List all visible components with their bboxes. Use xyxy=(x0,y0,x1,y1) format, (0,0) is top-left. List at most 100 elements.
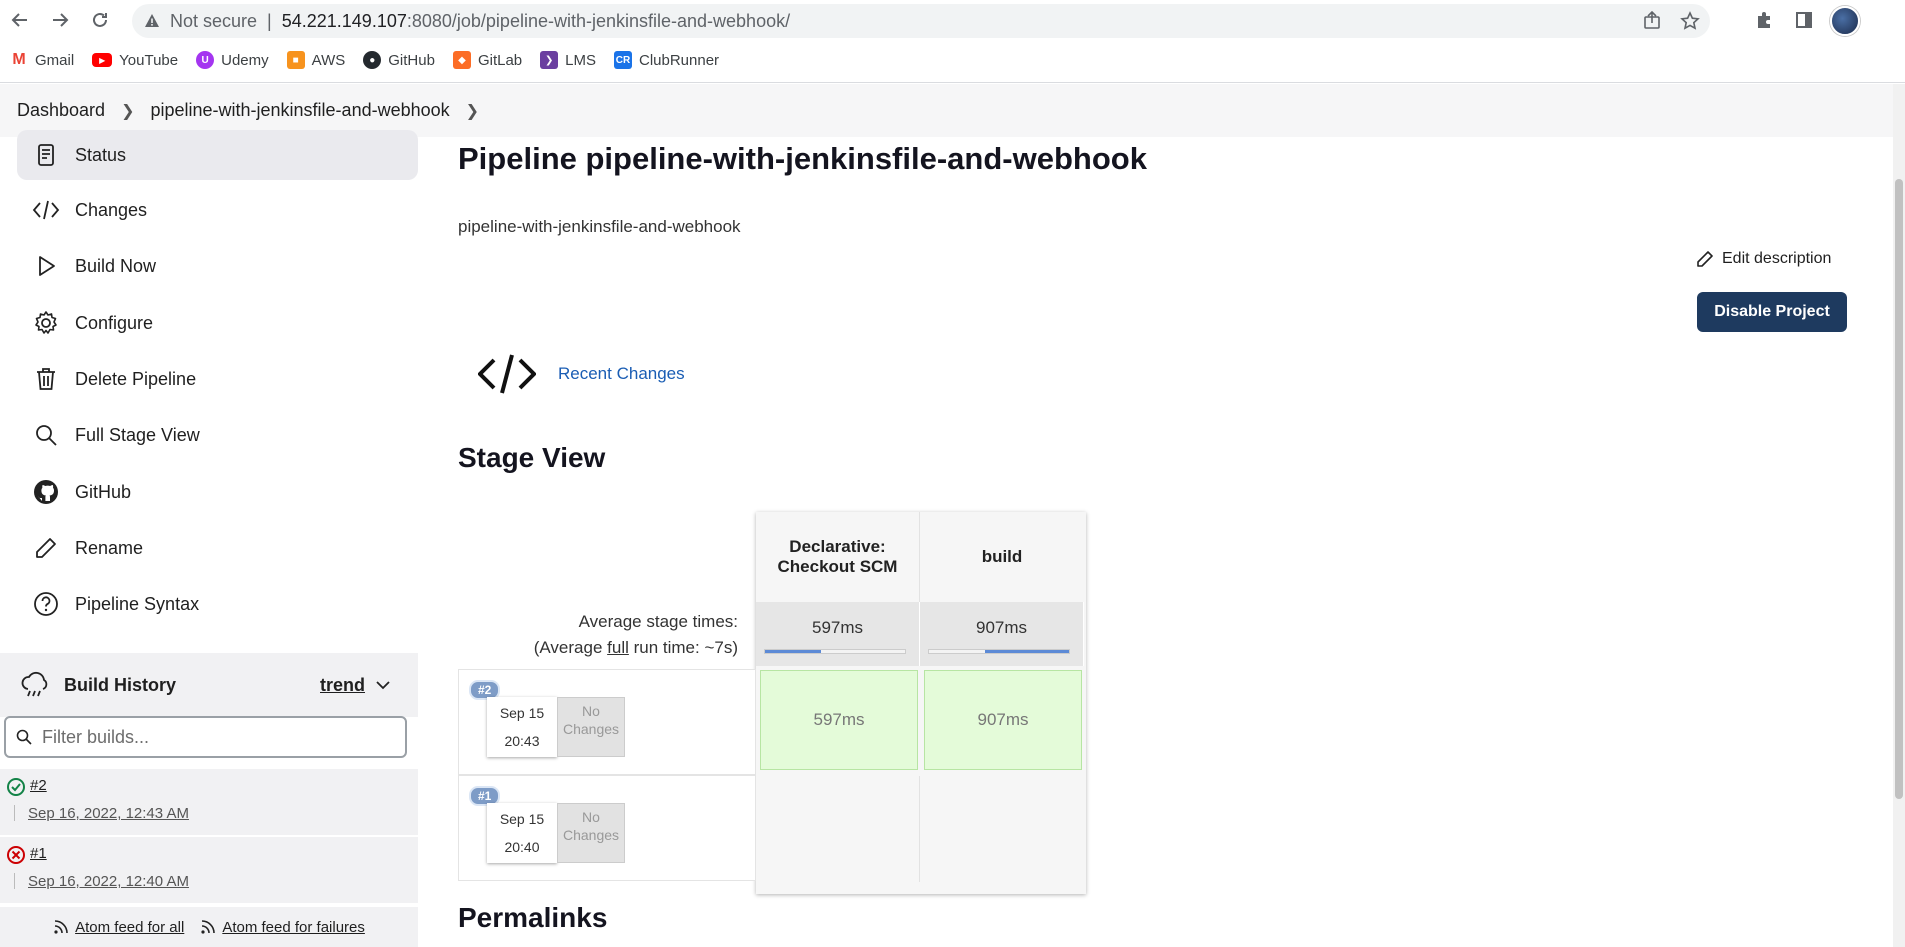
forward-button[interactable] xyxy=(48,8,72,32)
address-bar[interactable]: Not secure | 54.221.149.107:8080/job/pip… xyxy=(132,4,1710,38)
page-title: Pipeline pipeline-with-jenkinsfile-and-w… xyxy=(458,141,1147,176)
sidebar-item-delete-pipeline[interactable]: Delete Pipeline xyxy=(17,354,418,404)
bookmark-lms[interactable]: ❯ LMS xyxy=(540,51,596,69)
bookmark-label: LMS xyxy=(565,51,596,69)
gitlab-icon: ◆ xyxy=(452,51,471,69)
bookmark-youtube[interactable]: ▶ YouTube xyxy=(92,52,178,69)
sidebar-item-rename[interactable]: Rename xyxy=(17,523,418,573)
bookmark-label: Gmail xyxy=(35,51,75,69)
atom-feed-all-link[interactable]: Atom feed for all xyxy=(53,919,184,936)
side-panel-icon xyxy=(1796,12,1812,28)
sidebar-item-label: Full Stage View xyxy=(75,424,200,445)
omnibox-separator: | xyxy=(267,10,272,31)
weather-rain-icon xyxy=(21,671,48,697)
back-button[interactable] xyxy=(8,8,32,32)
run-date-time: 20:43 xyxy=(504,733,540,749)
bookmark-gitlab[interactable]: ◆ GitLab xyxy=(452,51,522,69)
sidebar-item-label: Changes xyxy=(75,199,148,220)
puzzle-icon xyxy=(1758,12,1770,28)
github-icon: ● xyxy=(363,51,382,69)
run-date: Sep 15 20:40 xyxy=(487,803,557,863)
stage-cell-success[interactable]: 597ms xyxy=(760,670,918,770)
bookmark-gmail[interactable]: M Gmail xyxy=(10,51,74,69)
udemy-icon: U xyxy=(196,51,215,69)
recent-changes: Recent Changes xyxy=(478,352,685,396)
bookmark-udemy[interactable]: U Udemy xyxy=(196,51,269,69)
aws-icon: ■ xyxy=(286,51,305,69)
stage-header: Declarative: Checkout SCM xyxy=(756,512,920,602)
reload-button[interactable] xyxy=(88,8,112,32)
trash-icon xyxy=(31,364,61,394)
run-no-changes[interactable]: No Changes xyxy=(557,697,625,757)
failed-icon xyxy=(7,846,25,864)
build-number-link[interactable]: #2 xyxy=(30,777,47,794)
build-date-link[interactable]: Sep 16, 2022, 12:40 AM xyxy=(28,873,189,890)
build-history-title: Build History xyxy=(64,674,177,695)
share-icon[interactable] xyxy=(1642,11,1662,31)
build-date-link[interactable]: Sep 16, 2022, 12:43 AM xyxy=(28,805,189,822)
sidebar-item-label: Build Now xyxy=(75,255,157,276)
bookmark-aws[interactable]: ■ AWS xyxy=(286,51,345,69)
github-icon xyxy=(31,477,61,507)
permalinks-title: Permalinks xyxy=(458,902,608,933)
extensions-button[interactable] xyxy=(1752,8,1776,32)
side-panel-button[interactable] xyxy=(1792,8,1816,32)
bookmark-github[interactable]: ● GitHub xyxy=(363,51,435,69)
chevron-down-icon[interactable] xyxy=(376,680,390,690)
run-row: #2 Sep 15 20:43 No Changes xyxy=(458,669,756,775)
edit-description-link[interactable]: Edit description xyxy=(1696,250,1831,268)
sidebar-item-configure[interactable]: Configure xyxy=(17,298,418,348)
pencil-icon xyxy=(1697,251,1713,267)
run-date-day: Sep 15 xyxy=(499,811,545,827)
search-icon xyxy=(31,420,61,450)
youtube-icon: ▶ xyxy=(92,53,113,67)
stage-average-value: 597ms xyxy=(811,618,864,637)
url-host: 54.221.149.107 xyxy=(281,10,407,31)
chevron-right-icon[interactable]: ❯ xyxy=(466,101,479,121)
run-date: Sep 15 20:43 xyxy=(487,697,557,757)
atom-feeds: Atom feed for all Atom feed for failures xyxy=(0,907,418,947)
sidebar-item-github[interactable]: GitHub xyxy=(17,467,418,517)
stage-average-track xyxy=(764,649,906,654)
run-row: #1 Sep 15 20:40 No Changes xyxy=(458,775,756,881)
build-number-link[interactable]: #1 xyxy=(30,845,47,862)
stage-average-cell: 907ms xyxy=(920,602,1084,666)
stage-cell-success[interactable]: 907ms xyxy=(924,670,1082,770)
scrollbar-thumb[interactable] xyxy=(1895,179,1903,799)
breadcrumb-dashboard[interactable]: Dashboard xyxy=(17,100,105,121)
arrow-right-icon xyxy=(53,13,69,27)
reload-icon xyxy=(93,12,107,27)
star-icon[interactable] xyxy=(1680,11,1700,31)
build-history-entry[interactable]: #1 Sep 16, 2022, 12:40 AM xyxy=(0,837,418,903)
filter-builds-input[interactable]: Filter builds... xyxy=(4,716,407,758)
atom-feed-failures-link[interactable]: Atom feed for failures xyxy=(200,919,365,936)
profile-avatar[interactable] xyxy=(1830,6,1860,36)
sidebar-item-full-stage-view[interactable]: Full Stage View xyxy=(17,410,418,460)
sidebar-item-status[interactable]: Status xyxy=(17,130,418,180)
no-changes-line: No xyxy=(582,703,600,719)
run-no-changes[interactable]: No Changes xyxy=(557,803,625,863)
sidebar-item-build-now[interactable]: Build Now xyxy=(17,241,418,291)
disable-project-button[interactable]: Disable Project xyxy=(1697,292,1847,332)
stage-view-title: Stage View xyxy=(458,442,606,473)
average-run-time-prefix: (Average xyxy=(533,638,608,657)
sidebar-item-pipeline-syntax[interactable]: Pipeline Syntax xyxy=(17,579,418,629)
sidebar-item-label: Pipeline Syntax xyxy=(75,593,200,614)
sidebar-item-label: GitHub xyxy=(75,481,132,502)
breadcrumb-job[interactable]: pipeline-with-jenkinsfile-and-webhook xyxy=(150,100,449,121)
bookmarks-bar: M Gmail ▶ YouTube U Udemy ■ AWS ● GitHub ◆ Git… xyxy=(0,46,719,74)
trend-link[interactable]: trend xyxy=(320,675,365,696)
build-history-entry[interactable]: #2 Sep 16, 2022, 12:43 AM xyxy=(0,769,418,835)
recent-changes-link[interactable]: Recent Changes xyxy=(558,364,685,384)
stage-name-line: Checkout SCM xyxy=(777,557,898,576)
page-scrollbar[interactable] xyxy=(1893,84,1905,947)
bookmark-label: ClubRunner xyxy=(639,51,720,69)
divider xyxy=(14,805,15,821)
sidebar-item-changes[interactable]: Changes xyxy=(17,185,418,235)
atom-feed-all-label: Atom feed for all xyxy=(75,918,185,936)
main-content: Pipeline pipeline-with-jenkinsfile-and-w… xyxy=(458,137,1888,947)
stage-average-fill xyxy=(985,650,1069,653)
bookmark-clubrunner[interactable]: CR ClubRunner xyxy=(614,51,719,69)
average-stage-times-text: Average stage times: xyxy=(578,612,738,631)
sidebar: Status Changes Build Now Configure Delet… xyxy=(0,130,418,947)
